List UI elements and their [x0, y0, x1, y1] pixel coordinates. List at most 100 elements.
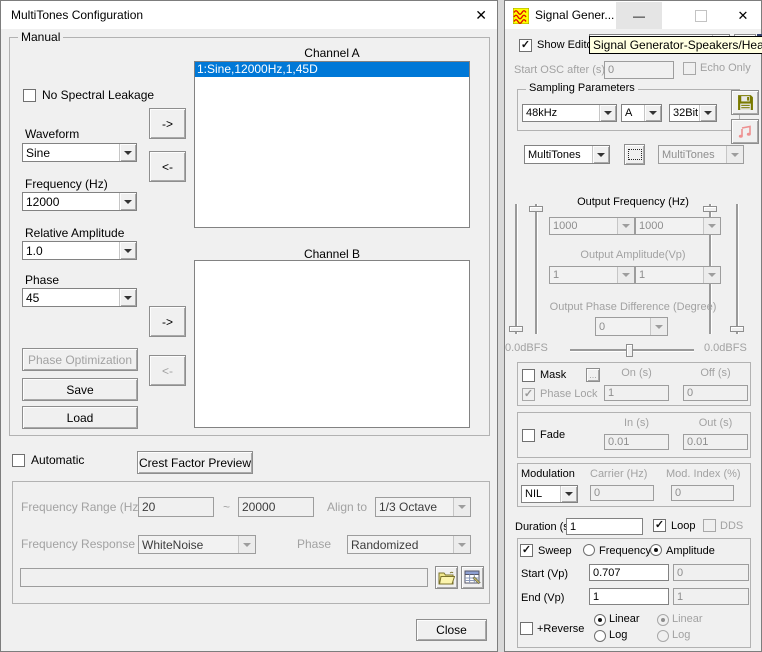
mask-on-input[interactable]: 1 [604, 385, 669, 401]
loop-label: Loop [671, 520, 695, 532]
frequency-response-label: Frequency Response [21, 537, 135, 551]
align-to-combobox[interactable]: 1/3 Octave [375, 497, 471, 517]
output-freq-a-combobox[interactable]: 1000 [549, 217, 635, 235]
modulation-type-combobox[interactable]: NIL [521, 485, 578, 503]
log-a-radio[interactable] [594, 630, 606, 642]
dds-checkbox[interactable] [703, 519, 716, 532]
sweep-end-b-input[interactable]: 1 [673, 588, 749, 605]
chevron-down-icon [453, 498, 470, 516]
phase-lock-checkbox[interactable]: ✓ [522, 388, 535, 401]
waveform-label: Waveform [25, 127, 79, 141]
linear-b-radio[interactable] [657, 614, 669, 626]
move-to-channel-a-button[interactable]: -> [149, 108, 186, 139]
source-b-combobox[interactable]: MultiTones [658, 145, 744, 164]
automatic-checkbox[interactable] [12, 454, 25, 467]
configure-source-button[interactable] [624, 144, 645, 165]
sweep-start-label: Start (Vp) [521, 568, 568, 580]
freq-min-input[interactable]: 20 [138, 497, 214, 517]
sweep-frequency-radio[interactable] [583, 544, 595, 556]
level-slider-a-outer[interactable] [515, 204, 518, 334]
maximize-button[interactable] [678, 2, 724, 29]
sweep-amplitude-radio[interactable] [650, 544, 662, 556]
browse-file-button[interactable] [435, 566, 458, 589]
level-slider-a-inner-thumb[interactable] [529, 206, 543, 212]
show-editor-checkbox[interactable]: ✓ [519, 39, 532, 52]
frequency-combobox[interactable]: 12000 [22, 192, 137, 211]
mask-off-input[interactable]: 0 [683, 385, 748, 401]
fade-in-input[interactable]: 0.01 [604, 434, 669, 450]
crest-factor-preview-button[interactable]: Crest Factor Preview [137, 451, 253, 474]
mask-checkbox[interactable] [522, 369, 535, 382]
save-signal-button[interactable] [731, 90, 759, 115]
level-slider-b-outer[interactable] [736, 204, 739, 334]
frequency-response-value: WhiteNoise [139, 537, 238, 553]
freq-max-input[interactable]: 20000 [238, 497, 314, 517]
edit-table-button[interactable] [461, 566, 484, 589]
sweep-checkbox[interactable]: ✓ [520, 544, 533, 557]
mod-index-input[interactable]: 0 [671, 485, 734, 501]
level-slider-a-inner[interactable] [535, 204, 538, 334]
sweep-end-a-input[interactable]: 1 [589, 588, 669, 605]
auto-phase-combobox[interactable]: Randomized [347, 535, 471, 554]
output-amp-b-combobox[interactable]: 1 [635, 266, 721, 284]
start-osc-input[interactable]: 0 [604, 61, 674, 79]
play-tone-button[interactable] [731, 119, 759, 144]
chevron-down-icon [617, 267, 634, 283]
maximize-icon [695, 10, 707, 22]
fade-out-input[interactable]: 0.01 [683, 434, 748, 450]
close-icon[interactable]: ✕ [475, 7, 487, 24]
file-path-input[interactable] [20, 568, 428, 587]
mask-more-button[interactable]: ... [586, 368, 600, 382]
sweep-amplitude-label: Amplitude [666, 545, 715, 557]
output-amp-a-combobox[interactable]: 1 [549, 266, 635, 284]
load-button[interactable]: Load [22, 406, 138, 429]
relative-amplitude-label: Relative Amplitude [25, 226, 124, 240]
loop-checkbox[interactable]: ✓ [653, 519, 666, 532]
source-a-combobox[interactable]: MultiTones [524, 145, 610, 164]
bit-depth-combobox[interactable]: 32Bit [669, 104, 717, 122]
mod-index-label: Mod. Index (%) [666, 468, 741, 480]
level-slider-b-outer-thumb[interactable] [730, 326, 744, 332]
tilde-separator: ~ [223, 500, 230, 514]
frequency-response-combobox[interactable]: WhiteNoise [138, 535, 256, 554]
linear-a-radio[interactable] [594, 614, 606, 626]
close-button-right[interactable]: ✕ [724, 2, 762, 29]
close-button[interactable]: Close [416, 619, 487, 641]
bit-depth-value: 32Bit [670, 106, 699, 120]
reverse-checkbox[interactable] [520, 622, 533, 635]
output-freq-b-combobox[interactable]: 1000 [635, 217, 721, 235]
sample-rate-combobox[interactable]: 48kHz [522, 104, 617, 122]
save-button[interactable]: Save [22, 378, 138, 401]
minimize-button[interactable]: — [616, 2, 662, 29]
channel-a-listbox[interactable]: 1:Sine,12000Hz,1,45D [194, 61, 470, 228]
log-b-radio[interactable] [657, 630, 669, 642]
phase-combobox[interactable]: 45 [22, 288, 137, 307]
relative-amplitude-combobox[interactable]: 1.0 [22, 241, 137, 260]
output-amplitude-label: Output Amplitude(Vp) [545, 249, 721, 261]
waveform-combobox[interactable]: Sine [22, 143, 137, 162]
channel-a-list-item[interactable]: 1:Sine,12000Hz,1,45D [195, 62, 469, 77]
dialog-title: MultiTones Configuration [11, 8, 143, 22]
sweep-start-a-input[interactable]: 0.707 [589, 564, 669, 581]
phase-optimization-button[interactable]: Phase Optimization [22, 348, 138, 371]
channel-b-listbox[interactable] [194, 260, 470, 428]
fade-checkbox[interactable] [522, 429, 535, 442]
output-phase-combobox[interactable]: 0 [595, 317, 668, 336]
dbfs-right-label: 0.0dBFS [704, 342, 747, 354]
no-spectral-leakage-label: No Spectral Leakage [42, 88, 154, 102]
level-slider-a-outer-thumb[interactable] [509, 326, 523, 332]
fade-label: Fade [540, 429, 565, 441]
remove-from-channel-a-button[interactable]: <- [149, 151, 186, 182]
duration-input[interactable]: 1 [566, 518, 643, 535]
remove-from-channel-b-button[interactable]: <- [149, 355, 186, 386]
no-spectral-leakage-checkbox[interactable] [23, 89, 36, 102]
auto-phase-label: Phase [297, 537, 331, 551]
balance-slider-thumb[interactable] [626, 344, 633, 357]
channel-combobox[interactable]: A [621, 104, 662, 122]
sweep-start-b-input[interactable]: 0 [673, 564, 749, 581]
echo-only-checkbox[interactable] [683, 62, 696, 75]
move-to-channel-b-button[interactable]: -> [149, 306, 186, 337]
channel-b-label: Channel B [194, 247, 470, 261]
carrier-input[interactable]: 0 [590, 485, 654, 501]
reverse-label: +Reverse [537, 623, 584, 635]
